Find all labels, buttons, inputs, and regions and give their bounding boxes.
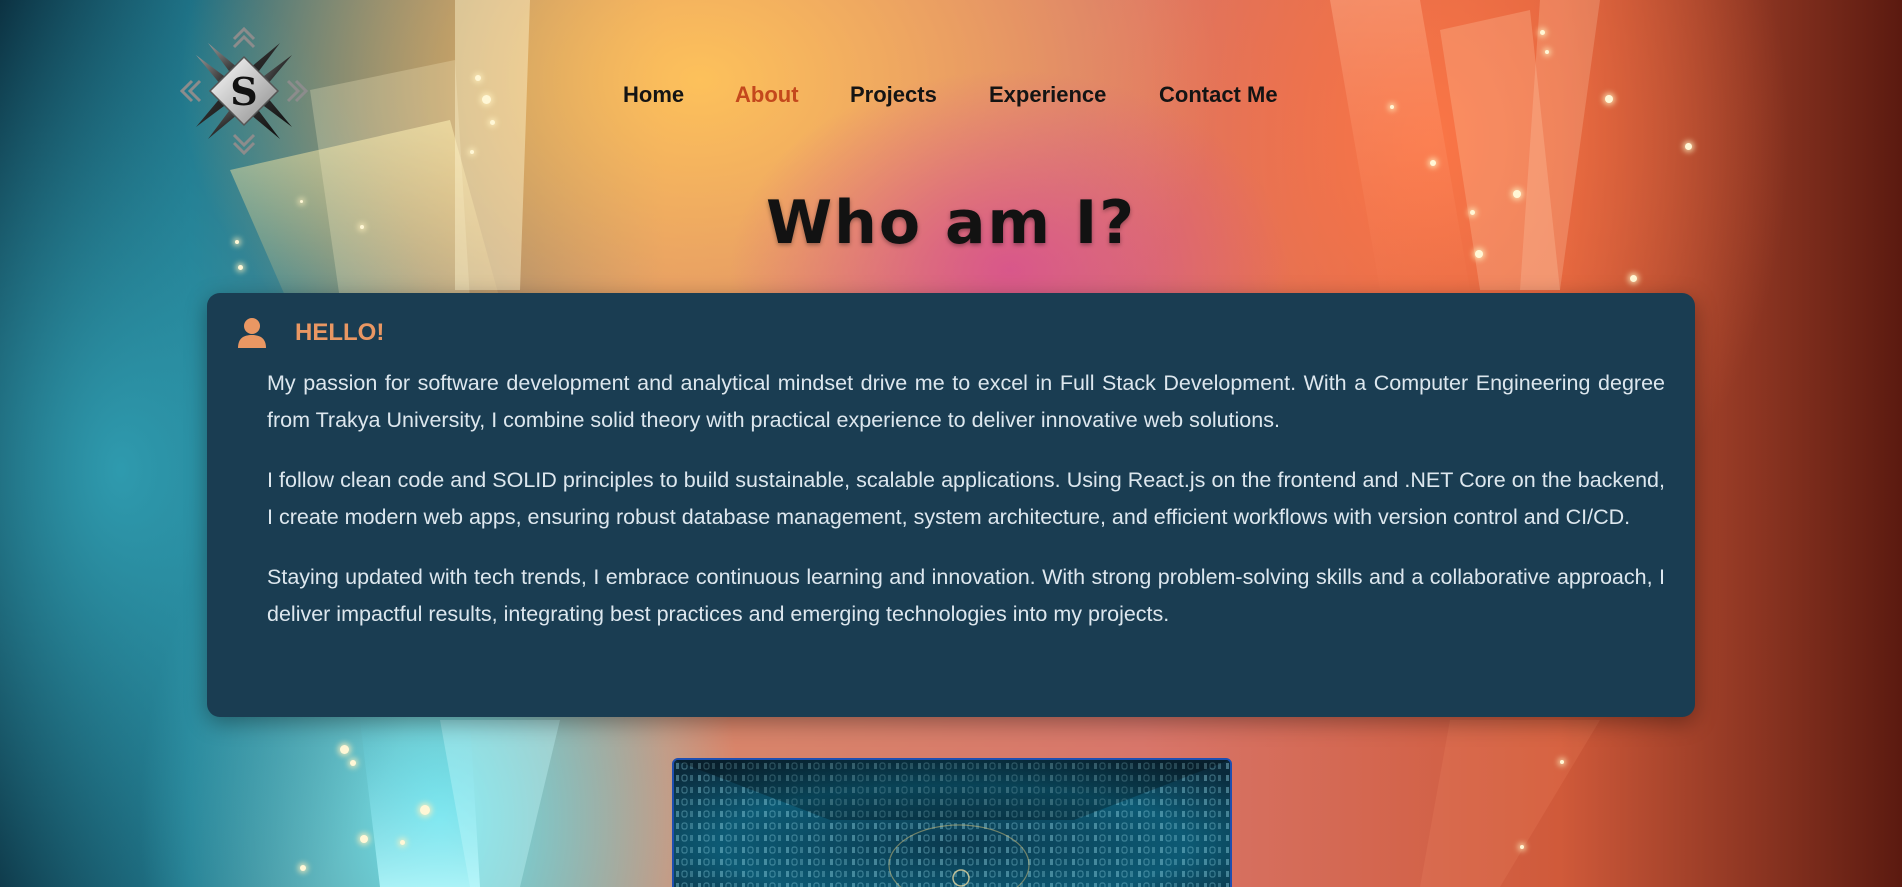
about-paragraph: Staying updated with tech trends, I embr… bbox=[267, 565, 1665, 626]
nav-item-contact-me[interactable]: Contact Me bbox=[1159, 82, 1278, 108]
nav-item-experience[interactable]: Experience bbox=[989, 82, 1106, 108]
card-header: HELLO! bbox=[237, 315, 384, 351]
hero-background: S Home About Projects Experience Contact… bbox=[0, 0, 1902, 887]
svg-text:S: S bbox=[230, 69, 257, 114]
page-title: Who am I? bbox=[765, 188, 1137, 258]
diamond-s-logo-icon[interactable]: S bbox=[178, 25, 310, 157]
nav-item-projects[interactable]: Projects bbox=[850, 82, 937, 108]
nav-item-about[interactable]: About bbox=[735, 82, 799, 108]
binary-code-image bbox=[672, 758, 1232, 887]
nav-item-home[interactable]: Home bbox=[623, 82, 684, 108]
card-heading: HELLO! bbox=[295, 319, 385, 346]
binary-tunnel-illustration bbox=[674, 760, 1230, 887]
user-icon bbox=[238, 318, 266, 348]
about-card: HELLO! My passion for software developme… bbox=[207, 293, 1695, 717]
about-paragraph: My passion for software development and … bbox=[267, 371, 1665, 432]
about-paragraph: I follow clean code and SOLID principles… bbox=[267, 468, 1665, 529]
card-body: My passion for software development and … bbox=[267, 365, 1665, 656]
